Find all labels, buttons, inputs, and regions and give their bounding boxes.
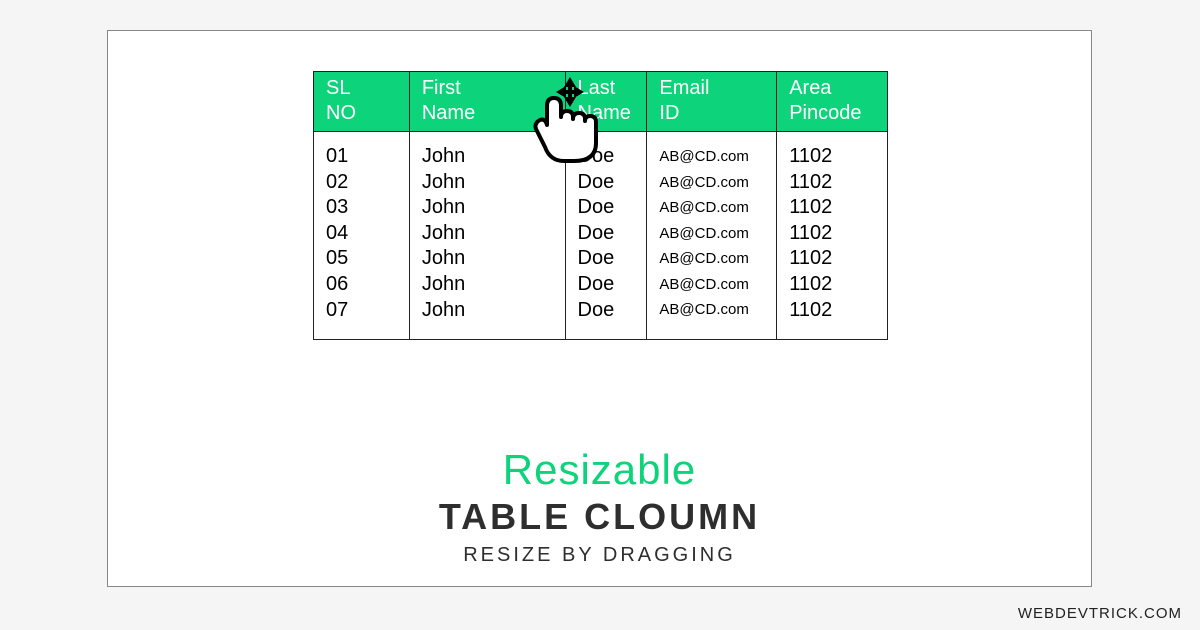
cell: 1102 [789, 221, 875, 247]
cell: 06 [326, 272, 397, 298]
header-label: First [422, 77, 461, 99]
cell: AB@CD.com [659, 170, 764, 196]
title-block: Resizable TABLE CLOUMN RESIZE BY DRAGGIN… [108, 446, 1091, 567]
cell: AB@CD.com [659, 272, 764, 298]
header-area-pincode[interactable]: Area Pincode [777, 72, 888, 132]
table-header-row: SL NO First Name Last Name Email ID Area… [314, 72, 888, 132]
col-last-name: Doe Doe Doe Doe Doe Doe Doe [566, 132, 648, 340]
cell: John [422, 170, 553, 196]
cell: Doe [578, 144, 635, 170]
header-sl-no[interactable]: SL NO [314, 72, 410, 132]
cell: 02 [326, 170, 397, 196]
cell: 1102 [789, 195, 875, 221]
demo-frame: SL NO First Name Last Name Email ID Area… [107, 30, 1092, 587]
cell: Doe [578, 170, 635, 196]
cell: John [422, 272, 553, 298]
title-line-3: RESIZE BY DRAGGING [108, 544, 1091, 567]
cell: Doe [578, 221, 635, 247]
header-first-name[interactable]: First Name [410, 72, 566, 132]
header-label: Email [659, 77, 709, 99]
cell: John [422, 195, 553, 221]
col-area-pincode: 1102 1102 1102 1102 1102 1102 1102 [777, 132, 888, 340]
attribution: WEBDEVTRICK.COM [1018, 605, 1182, 622]
cell: Doe [578, 272, 635, 298]
header-label: Pincode [789, 102, 861, 124]
title-line-2: TABLE CLOUMN [108, 496, 1091, 538]
header-label: ID [659, 102, 679, 124]
col-email-id: AB@CD.com AB@CD.com AB@CD.com AB@CD.com … [647, 132, 777, 340]
cell: Doe [578, 246, 635, 272]
cell: John [422, 298, 553, 324]
cell: 1102 [789, 144, 875, 170]
cell: John [422, 221, 553, 247]
header-label: SL [326, 77, 350, 99]
cell: AB@CD.com [659, 221, 764, 247]
table-body: 01 02 03 04 05 06 07 John John John John… [314, 132, 888, 340]
cell: AB@CD.com [659, 195, 764, 221]
col-first-name: John John John John John John John [410, 132, 566, 340]
cell: 07 [326, 298, 397, 324]
cell: John [422, 144, 553, 170]
header-label: NO [326, 102, 356, 124]
cell: 01 [326, 144, 397, 170]
cell: 1102 [789, 170, 875, 196]
cell: AB@CD.com [659, 144, 764, 170]
cell: 1102 [789, 246, 875, 272]
header-email-id[interactable]: Email ID [647, 72, 777, 132]
cell: 05 [326, 246, 397, 272]
header-label: Name [422, 102, 475, 124]
cell: AB@CD.com [659, 246, 764, 272]
cell: John [422, 246, 553, 272]
cell: 03 [326, 195, 397, 221]
header-last-name[interactable]: Last Name [566, 72, 648, 132]
cell: Doe [578, 195, 635, 221]
cell: 1102 [789, 272, 875, 298]
header-label: Area [789, 77, 831, 99]
header-label: Name [578, 102, 631, 124]
header-label: Last [578, 77, 616, 99]
col-sl-no: 01 02 03 04 05 06 07 [314, 132, 410, 340]
title-line-1: Resizable [108, 446, 1091, 494]
cell: 04 [326, 221, 397, 247]
data-table: SL NO First Name Last Name Email ID Area… [313, 71, 888, 340]
cell: Doe [578, 298, 635, 324]
cell: AB@CD.com [659, 297, 764, 323]
cell: 1102 [789, 298, 875, 324]
